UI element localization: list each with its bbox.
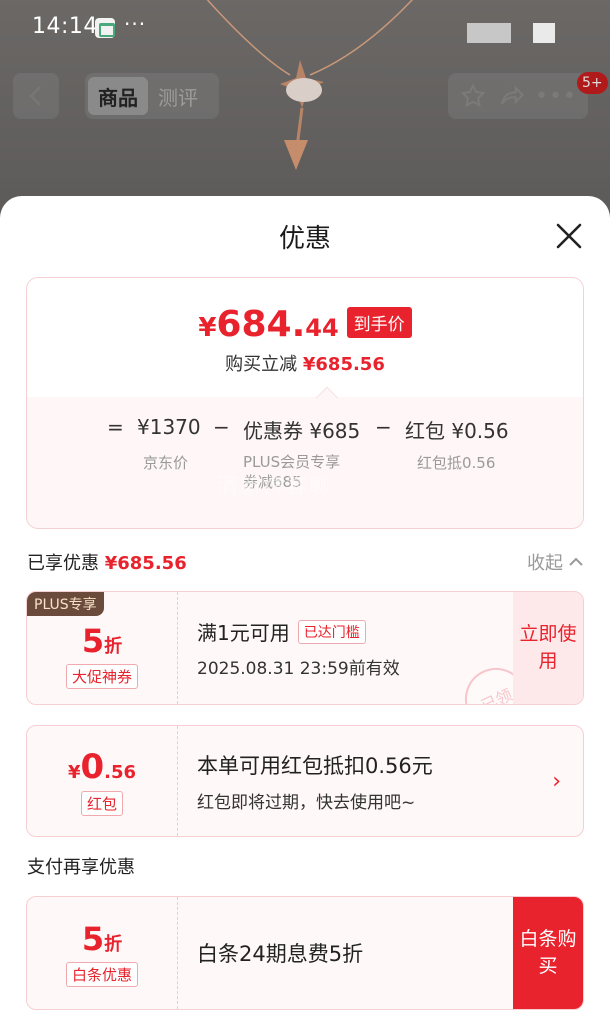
price-integer: 684. [216,304,306,345]
coupon-type-chip: 大促神券 [65,663,138,689]
price-currency: ¥ [198,313,217,343]
instant-discount-label: 购买立减 [225,354,298,375]
discount-sheet: 优惠 ¥ 684. 44 到手价 购买立减 ¥685.56 = ¥1370 − … [0,196,610,1030]
tab-review[interactable]: 测评 [148,77,208,115]
enjoyed-amount: ¥685.56 [104,553,187,574]
hongbao-currency: ¥ [67,761,81,783]
close-icon[interactable] [553,220,585,252]
final-price-tag: 到手价 [346,307,412,338]
coupon-validity: 2025.08.31 23:59前有效 [197,659,400,679]
final-price: ¥ 684. 44 到手价 [27,304,583,345]
product-necklace-image [206,0,413,170]
message-badge: 5+ [577,72,608,94]
baitiao-discount-unit: 折 [104,933,123,955]
hongbao-int: 0 [80,746,105,787]
chevron-left-icon [29,86,41,106]
battery-icon [533,23,555,43]
baitiao-buy-button[interactable]: 白条购买 [513,897,583,1009]
share-icon[interactable] [497,82,525,110]
pay-section-title: 支付再享优惠 [27,857,135,878]
coupon-discount-unit: 折 [104,635,123,657]
watermark: 清新博客聊 [217,474,332,498]
coupon-condition: 满1元可用 [197,621,290,645]
tab-product[interactable]: 商品 [88,77,148,115]
baitiao-offer-text: 白条24期息费5折 [197,942,364,966]
price-breakdown: = ¥1370 − 优惠券 ¥685 − 红包 ¥0.56 京东价 PLUS会员… [27,397,583,528]
signal-icon [467,23,511,43]
star-icon[interactable] [459,82,487,110]
minus-sign-1: − [213,415,230,439]
collapse-label: 收起 [527,553,563,574]
jd-price-label: 京东价 [143,454,189,472]
chevron-right-icon: › [552,769,561,794]
status-more-icon: ··· [124,12,147,36]
baitiao-card: 5 折 白条优惠 白条24期息费5折 白条购买 [26,896,584,1010]
hongbao-title: 本单可用红包抵扣0.56元 [197,753,433,778]
use-now-button[interactable]: 立即使用 [513,592,583,704]
hongbao-value: 红包 ¥0.56 [405,419,509,443]
jd-price-value: ¥1370 [137,415,201,439]
plus-coupon-card: PLUS专享 5 折 大促神券 满1元可用 已达门槛 2025.08.31 23… [26,591,584,705]
app-notification-icon [95,18,115,38]
header-actions: ••• [448,73,588,119]
baitiao-chip: 白条优惠 [65,961,138,987]
chevron-up-icon [569,557,583,566]
collapse-button[interactable]: 收起 [527,549,585,575]
equals-sign: = [107,415,124,439]
more-icon[interactable]: ••• [535,84,577,109]
hongbao-card[interactable]: ¥ 0 .56 红包 本单可用红包抵扣0.56元 红包即将过期，快去使用吧~ › [26,725,584,837]
status-time: 14:14 [32,14,98,39]
hongbao-label: 红包抵0.56 [417,454,496,472]
baitiao-discount-number: 5 [81,919,105,958]
instant-discount: 购买立减 ¥685.56 [27,350,583,376]
threshold-met-pill: 已达门槛 [297,619,366,644]
header-tabs: 商品 测评 [85,73,219,119]
hongbao-chip: 红包 [80,790,123,816]
enjoyed-label: 已享优惠 [27,553,99,574]
instant-discount-amount: ¥685.56 [302,354,385,375]
enjoyed-discount-header: 已享优惠 ¥685.56 [27,549,187,575]
coupon-discount-number: 5 [81,621,105,660]
hongbao-dec: .56 [104,761,137,783]
price-decimal: 44 [305,314,339,342]
hongbao-subtitle: 红包即将过期，快去使用吧~ [197,792,416,813]
coupon-value: 优惠券 ¥685 [243,419,361,443]
sheet-title: 优惠 [278,224,331,254]
minus-sign-2: − [375,415,392,439]
back-button[interactable] [13,73,59,119]
